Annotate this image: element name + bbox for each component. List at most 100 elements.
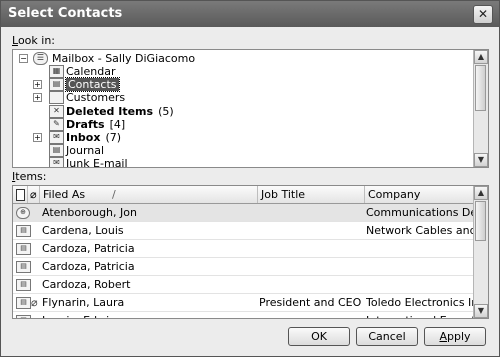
tree-item-label: Inbox (7) xyxy=(66,131,121,144)
tree-item-calendar[interactable]: ▦ Calendar xyxy=(19,65,319,78)
contact-card-icon: ▤ xyxy=(16,243,31,255)
contacts-grid[interactable]: ⌀ Filed As / Job Title Company ⊕ Atenborou… xyxy=(12,185,489,319)
tree-item-label: Deleted Items (5) xyxy=(66,105,174,118)
paperclip-icon: ⌀ xyxy=(31,296,38,309)
select-contacts-dialog: Select Contacts ✕ Look in: − ☰ Mailbox -… xyxy=(0,0,500,357)
tree-item-label: Journal xyxy=(66,144,104,157)
tree-item-junk-e-mail[interactable]: ✉ Junk E-mail xyxy=(19,157,319,168)
cell-job-title xyxy=(259,240,363,257)
table-row[interactable]: ▤⌀ Laurio, Edwin International Exports xyxy=(13,312,474,318)
tree-item-contacts[interactable]: + ▤ Contacts xyxy=(19,77,319,93)
paperclip-icon: ⌀ xyxy=(31,312,38,318)
cell-filed-as: Laurio, Edwin xyxy=(42,312,256,318)
cell-job-title xyxy=(259,222,363,239)
expand-toggle-icon[interactable]: + xyxy=(33,133,42,142)
expand-toggle-icon[interactable]: + xyxy=(33,93,42,103)
cell-job-title xyxy=(259,258,363,275)
title-bar: Select Contacts ✕ xyxy=(1,1,499,27)
tree-item-label: Drafts [4] xyxy=(66,118,125,131)
deleted-items-icon: ✕ xyxy=(49,104,64,118)
cell-company xyxy=(366,240,474,257)
unread-count: (5) xyxy=(158,104,174,118)
apply-button-text: pply xyxy=(447,330,471,343)
cell-filed-as: Cardoza, Patricia xyxy=(42,242,135,255)
junk-icon: ✉ xyxy=(49,157,64,167)
table-row[interactable]: ▤ Cardoza, Robert xyxy=(13,276,474,294)
cell-filed-as: Flynarin, Laura xyxy=(42,296,125,309)
contact-card-icon: ▤ xyxy=(16,261,31,273)
contact-card-icon: ▤ xyxy=(16,279,31,291)
cell-company xyxy=(366,258,474,275)
cell-job-title xyxy=(259,276,363,293)
cell-filed-as: Cardena, Louis xyxy=(42,224,124,237)
tree-item-text: Journal xyxy=(66,144,105,158)
expand-toggle-icon[interactable]: + xyxy=(33,80,42,90)
cell-filed-as: Cardoza, Patricia xyxy=(42,260,135,273)
ok-button[interactable]: OK xyxy=(288,327,350,346)
tree-item-customers[interactable]: + Customers xyxy=(19,91,319,105)
tree-item-text: Calendar xyxy=(66,65,116,78)
close-button[interactable]: ✕ xyxy=(473,5,493,24)
tree-item-deleted-items[interactable]: ✕ Deleted Items (5) xyxy=(19,104,319,118)
cell-job-title xyxy=(259,312,363,318)
unread-count: [4] xyxy=(109,117,126,131)
apply-mnemonic: A xyxy=(439,330,447,343)
contact-card-icon: ▤ xyxy=(16,225,31,237)
tree-item-inbox[interactable]: + ✉ Inbox (7) xyxy=(19,131,319,144)
cell-company: International Exports xyxy=(366,312,474,318)
tree-item-text: Deleted Items xyxy=(66,104,154,118)
table-row[interactable]: ▤ ⌀ Flynarin, Laura President and CEO Toledo… xyxy=(13,294,474,312)
cell-company: Network Cables and More xyxy=(366,224,474,237)
scroll-thumb[interactable] xyxy=(475,65,486,111)
tree-item-label: Contacts xyxy=(65,77,120,93)
distribution-list-icon: ⊕ xyxy=(16,207,30,219)
grid-scrollbar[interactable]: ▲ ▼ xyxy=(473,186,488,318)
grid-scroll-down-icon[interactable]: ▼ xyxy=(474,304,488,318)
grid-header: ⌀ Filed As / Job Title Company xyxy=(13,186,474,204)
col-attach-header[interactable]: ⌀ xyxy=(28,186,40,203)
grid-scroll-up-icon[interactable]: ▲ xyxy=(474,186,488,200)
mailbox-icon: ☰ xyxy=(33,52,48,65)
document-icon xyxy=(16,189,25,201)
tree-item-text: Inbox xyxy=(66,131,101,144)
col-filed-as-header[interactable]: Filed As / xyxy=(40,186,258,203)
calendar-icon: ▦ xyxy=(49,65,64,78)
grid-scroll-thumb[interactable] xyxy=(475,201,486,241)
cell-job-title xyxy=(259,204,363,221)
table-row[interactable]: ⊕ Atenborough, Jon Communications Design..… xyxy=(13,204,474,222)
table-row[interactable]: ▤ Cardoza, Patricia xyxy=(13,258,474,276)
tree-item-journal[interactable]: ▤ Journal xyxy=(19,144,319,158)
contact-card-icon: ▤ xyxy=(16,297,31,309)
contact-card-icon: ▤ xyxy=(16,315,31,318)
tree-item-text: Contacts xyxy=(68,78,117,92)
scroll-down-icon[interactable]: ▼ xyxy=(474,153,488,167)
look-in-label-text: ook in: xyxy=(17,34,55,47)
paperclip-icon: ⌀ xyxy=(30,188,37,201)
table-row[interactable]: ▤ Cardoza, Patricia xyxy=(13,240,474,258)
col-job-title-header[interactable]: Job Title xyxy=(258,186,365,203)
unread-count: (7) xyxy=(105,131,122,144)
collapse-toggle-icon[interactable]: − xyxy=(19,54,28,63)
tree-scrollbar[interactable]: ▲ ▼ xyxy=(473,50,488,167)
cell-company xyxy=(366,276,474,293)
filed-as-header-label: Filed As xyxy=(43,188,86,201)
cancel-button[interactable]: Cancel xyxy=(356,327,418,346)
table-row[interactable]: ▤ Cardena, Louis Network Cables and More xyxy=(13,222,474,240)
tree-item-drafts[interactable]: ✎ Drafts [4] xyxy=(19,117,319,131)
items-label-text: tems: xyxy=(15,170,47,183)
sort-arrow-icon: / xyxy=(112,188,116,201)
folder-tree[interactable]: − ☰ Mailbox - Sally DiGiacomo ▦ Calendar +… xyxy=(12,49,489,168)
tree-item-label: Customers xyxy=(66,91,125,104)
items-label: Items: xyxy=(12,170,46,183)
tree-item-text: Junk E-mail xyxy=(66,157,128,168)
tree-root-mailbox[interactable]: − ☰ Mailbox - Sally DiGiacomo xyxy=(19,52,319,65)
contacts-icon: ▤ xyxy=(49,78,64,92)
apply-button[interactable]: Apply xyxy=(424,327,486,346)
cell-filed-as: Cardoza, Robert xyxy=(42,278,131,291)
folder-icon xyxy=(49,91,64,105)
col-company-header[interactable]: Company xyxy=(365,186,474,203)
col-type-header[interactable] xyxy=(13,186,28,203)
tree-root-label: Mailbox - Sally DiGiacomo xyxy=(52,52,196,65)
scroll-up-icon[interactable]: ▲ xyxy=(474,50,488,64)
inbox-icon: ✉ xyxy=(49,131,64,144)
